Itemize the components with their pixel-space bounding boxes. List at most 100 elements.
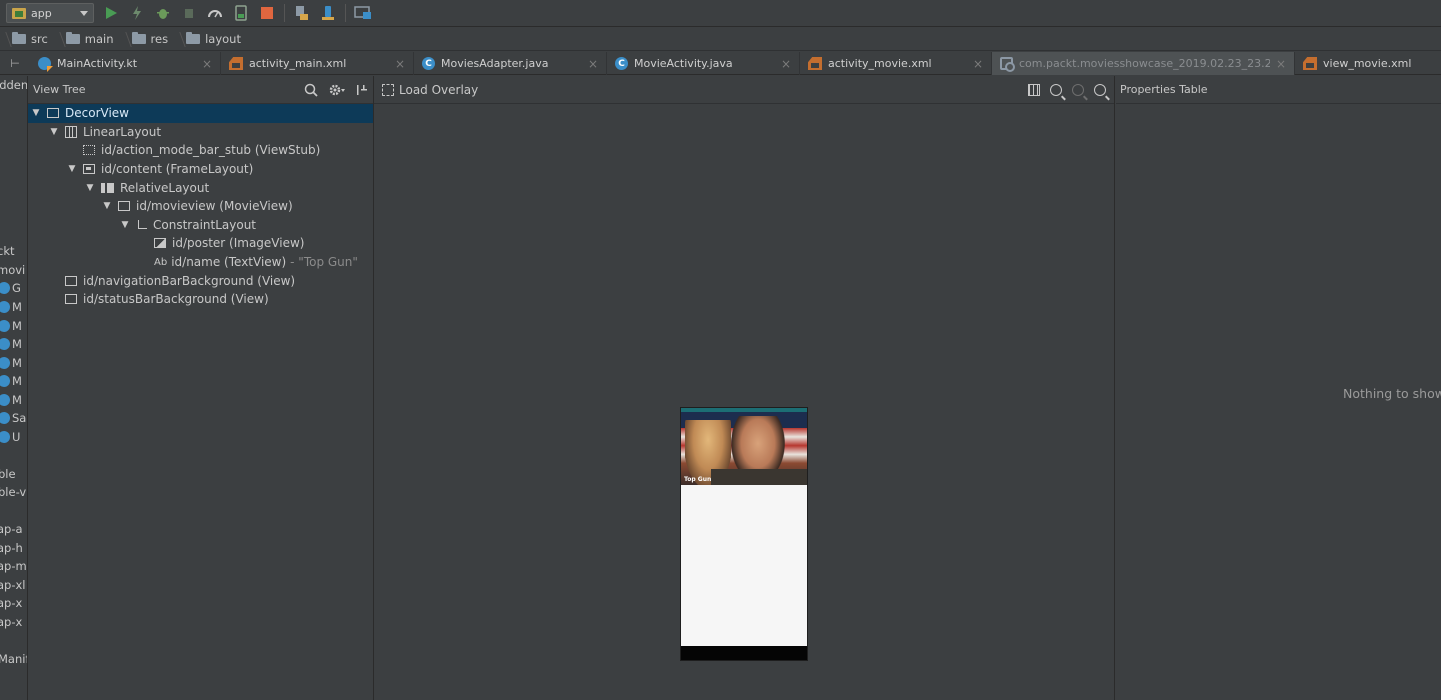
run-button[interactable]: [102, 4, 120, 22]
tree-node[interactable]: ▼ DecorView: [28, 104, 373, 123]
java-class-icon: [0, 338, 10, 350]
project-tree-item[interactable]: M: [0, 356, 22, 370]
project-tree-item[interactable]: ckt: [0, 244, 15, 258]
project-tree-item[interactable]: ap-a: [0, 522, 23, 536]
android-module-icon: [12, 7, 26, 19]
zoom-actual-icon[interactable]: [1094, 83, 1106, 96]
properties-header: Properties Table: [1116, 76, 1441, 104]
tree-node[interactable]: ▼ LinearLayout: [28, 123, 373, 142]
poster-image[interactable]: Top Gun: [681, 412, 807, 485]
breadcrumb-item-src[interactable]: src: [0, 28, 54, 51]
expand-arrow-icon[interactable]: ▼: [31, 108, 41, 118]
view-tree-title: View Tree: [33, 83, 86, 96]
tab-movieactivity-java[interactable]: C MovieActivity.java ×: [607, 52, 800, 75]
project-tree-item[interactable]: ap-x: [0, 615, 22, 629]
java-class-icon: [0, 375, 10, 387]
project-tree-item[interactable]: idden: [0, 78, 27, 92]
kotlin-class-icon: [0, 357, 10, 369]
expand-arrow-icon[interactable]: ▼: [67, 164, 77, 174]
expand-arrow-icon[interactable]: ▼: [49, 127, 59, 137]
expand-arrow-icon[interactable]: ▼: [85, 183, 95, 193]
project-tree-label: U: [12, 430, 21, 444]
tab-layout-capture[interactable]: com.packt.moviesshowcase_2019.02.23_23.2…: [992, 52, 1295, 75]
sync-button[interactable]: [293, 4, 311, 22]
java-class-icon: [0, 431, 10, 443]
tree-node[interactable]: ▼ ConstraintLayout: [28, 216, 373, 235]
project-tree-item[interactable]: ap-x: [0, 596, 22, 610]
view-tree-header: View Tree: [28, 76, 373, 104]
tree-node-label: id/poster (ImageView): [172, 236, 305, 251]
attach-debugger-icon: [185, 9, 193, 18]
tree-node-label: id/name (TextView): [171, 255, 287, 270]
project-tree-item[interactable]: ap-m: [0, 559, 27, 573]
tree-node[interactable]: id/navigationBarBackground (View): [28, 271, 373, 290]
toggle-layout-icon[interactable]: [1028, 83, 1040, 96]
project-tree-item[interactable]: ble-v: [0, 485, 26, 499]
properties-empty-text: Nothing to show: [1343, 386, 1441, 401]
breadcrumb-item-layout[interactable]: layout: [174, 28, 247, 51]
close-icon[interactable]: ×: [781, 57, 791, 71]
tree-node[interactable]: ▼ RelativeLayout: [28, 178, 373, 197]
project-tree-item[interactable]: M: [0, 300, 22, 314]
breadcrumb-item-res[interactable]: res: [120, 28, 175, 51]
debug-button[interactable]: [154, 4, 172, 22]
attach-debugger-button[interactable]: [180, 4, 198, 22]
avd-manager-button[interactable]: [319, 4, 337, 22]
chevron-down-icon: [80, 10, 88, 16]
run-configuration-select[interactable]: app: [6, 3, 94, 23]
tree-node[interactable]: ▼ id/movieview (MovieView): [28, 197, 373, 216]
tab-mainactivity-kt[interactable]: MainActivity.kt ×: [30, 52, 221, 75]
project-tree-item[interactable]: M: [0, 337, 22, 351]
tree-node[interactable]: ▼ id/content (FrameLayout): [28, 160, 373, 179]
project-tree-item[interactable]: G: [0, 281, 21, 295]
profile-button[interactable]: [206, 4, 224, 22]
apply-changes-button[interactable]: [128, 4, 146, 22]
expand-arrow-icon[interactable]: ▼: [120, 220, 130, 230]
tree-node[interactable]: id/action_mode_bar_stub (ViewStub): [28, 141, 373, 160]
tree-node[interactable]: id/poster (ImageView): [28, 234, 373, 253]
breadcrumb-item-main[interactable]: main: [54, 28, 120, 51]
close-icon[interactable]: ×: [1276, 57, 1286, 71]
navigation-bar-background[interactable]: [681, 646, 807, 660]
project-tree-item[interactable]: M: [0, 319, 22, 333]
load-overlay-button[interactable]: Load Overlay: [382, 83, 1028, 97]
project-tree-item[interactable]: M: [0, 393, 22, 407]
kotlin-file-icon: [38, 57, 51, 70]
view-stub-icon: [83, 145, 95, 156]
sdk-manager-button[interactable]: [354, 4, 372, 22]
tab-label: com.packt.moviesshowcase_2019.02.23_23.2…: [1019, 57, 1270, 70]
tab-activity-movie-xml[interactable]: activity_movie.xml ×: [800, 52, 992, 75]
project-tree-label: M: [12, 319, 22, 333]
project-tree-item[interactable]: ap-h: [0, 541, 23, 555]
coverage-button[interactable]: [232, 4, 250, 22]
pin-panel-icon[interactable]: ⊢: [0, 52, 30, 75]
close-icon[interactable]: ×: [202, 57, 212, 71]
project-tree-item[interactable]: Sa: [0, 411, 26, 425]
expand-arrow-icon[interactable]: ▼: [102, 201, 112, 211]
zoom-in-icon[interactable]: [1050, 83, 1062, 96]
stop-button[interactable]: [258, 4, 276, 22]
project-tree-item[interactable]: ble: [0, 467, 16, 481]
close-icon[interactable]: ×: [588, 57, 598, 71]
gear-icon[interactable]: [328, 83, 346, 97]
movie-name-text[interactable]: Top Gun: [684, 476, 711, 483]
project-tree-item[interactable]: ap-xl: [0, 578, 26, 592]
java-class-icon: C: [422, 57, 435, 70]
tab-moviesadapter-java[interactable]: C MoviesAdapter.java ×: [414, 52, 607, 75]
tree-node[interactable]: Ab id/name (TextView) - "Top Gun": [28, 253, 373, 272]
hide-panel-icon[interactable]: [356, 83, 368, 97]
device-preview[interactable]: Top Gun: [680, 407, 808, 661]
tree-node[interactable]: id/statusBarBackground (View): [28, 290, 373, 309]
zoom-out-icon[interactable]: [1072, 83, 1084, 96]
tree-node-label: DecorView: [65, 106, 129, 121]
close-icon[interactable]: ×: [973, 57, 983, 71]
project-tree-item[interactable]: Manif: [0, 652, 27, 666]
layout-preview-panel: Load Overlay Top Gun: [374, 76, 1115, 700]
search-icon[interactable]: [304, 83, 318, 97]
tab-view-movie-xml[interactable]: view_movie.xml: [1295, 52, 1441, 75]
tab-activity-main-xml[interactable]: activity_main.xml ×: [221, 52, 414, 75]
project-tree-item[interactable]: movi: [0, 263, 25, 277]
close-icon[interactable]: ×: [395, 57, 405, 71]
project-tree-item[interactable]: M: [0, 374, 22, 388]
project-tree-item[interactable]: U: [0, 430, 20, 444]
